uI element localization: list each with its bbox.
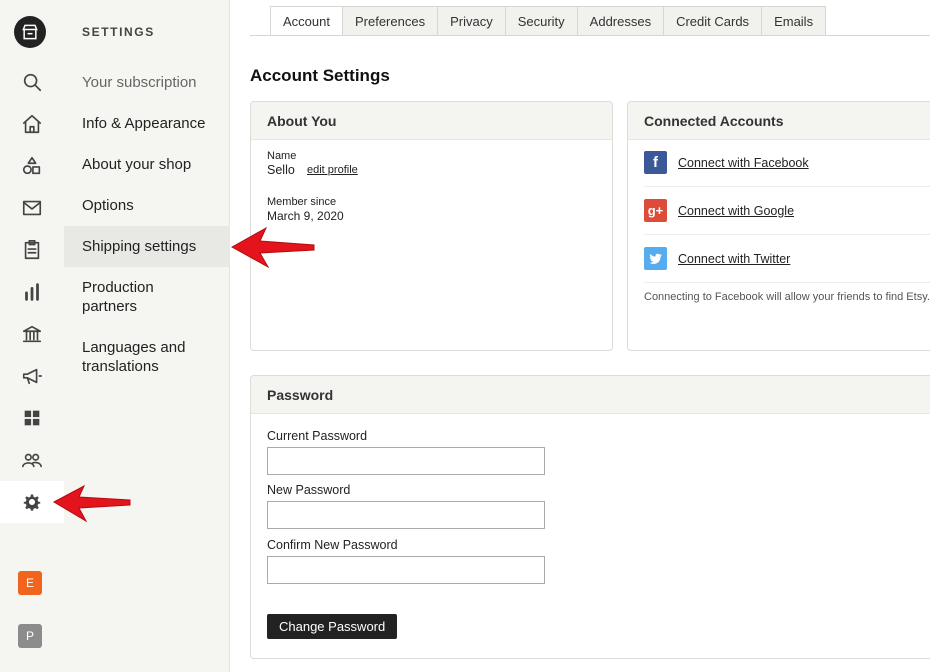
- account-avatar-e[interactable]: E: [18, 571, 42, 595]
- subnav-item-production-partners[interactable]: Production partners: [64, 277, 230, 317]
- tabs-divider: [250, 35, 930, 36]
- account-tabs: Account Preferences Privacy Security Add…: [270, 6, 827, 36]
- change-password-button[interactable]: Change Password: [267, 614, 398, 639]
- integrations-grid-icon[interactable]: [0, 398, 64, 438]
- stats-icon[interactable]: [0, 272, 64, 312]
- current-password-label: Current Password: [267, 429, 368, 443]
- connect-google-link[interactable]: Connect with Google: [678, 204, 794, 218]
- tab-emails[interactable]: Emails: [762, 6, 827, 36]
- edit-profile-link[interactable]: edit profile: [307, 164, 358, 176]
- tab-addresses[interactable]: Addresses: [577, 6, 665, 36]
- subnav-item-about-shop[interactable]: About your shop: [64, 144, 230, 184]
- tab-credit-cards[interactable]: Credit Cards: [664, 6, 763, 36]
- subnav-item-shipping-settings[interactable]: Shipping settings: [64, 226, 230, 267]
- name-value: Sello: [267, 163, 295, 177]
- search-icon[interactable]: [0, 62, 64, 102]
- current-password-input[interactable]: [267, 447, 545, 475]
- connect-facebook-row[interactable]: f Connect with Facebook: [644, 139, 930, 187]
- password-panel: Password Current Password New Password C…: [250, 375, 930, 659]
- google-plus-icon: g+: [644, 199, 667, 222]
- connect-note: Connecting to Facebook will allow your f…: [644, 291, 930, 303]
- community-people-icon[interactable]: [0, 440, 64, 480]
- connect-google-row[interactable]: g+ Connect with Google: [644, 187, 930, 235]
- settings-subnav: SETTINGS Your subscription Info & Appear…: [64, 0, 230, 672]
- tab-security[interactable]: Security: [505, 6, 578, 36]
- finances-bank-icon[interactable]: [0, 314, 64, 354]
- marketing-megaphone-icon[interactable]: [0, 356, 64, 396]
- listings-shapes-icon[interactable]: [0, 146, 64, 186]
- confirm-password-input[interactable]: [267, 556, 545, 584]
- shop-logo-icon[interactable]: [14, 16, 46, 48]
- page-title: Account Settings: [250, 66, 390, 85]
- member-since-value: March 9, 2020: [267, 209, 344, 223]
- subnav-item-options[interactable]: Options: [64, 185, 230, 225]
- account-avatar-p[interactable]: P: [18, 624, 42, 648]
- new-password-input[interactable]: [267, 501, 545, 529]
- facebook-icon: f: [644, 151, 667, 174]
- connect-twitter-row[interactable]: Connect with Twitter: [644, 235, 930, 283]
- red-arrow-settings-annotation: [52, 484, 131, 523]
- account-letter-e: E: [25, 576, 34, 590]
- connected-accounts-panel: Connected Accounts f Connect with Facebo…: [627, 101, 930, 351]
- subnav-item-info-appearance[interactable]: Info & Appearance: [64, 103, 230, 143]
- icon-rail: E P: [0, 0, 64, 672]
- subnav-title: SETTINGS: [82, 25, 155, 39]
- tab-privacy[interactable]: Privacy: [438, 6, 506, 36]
- about-you-heading: About You: [251, 102, 612, 140]
- password-heading: Password: [251, 376, 930, 414]
- connected-accounts-heading: Connected Accounts: [628, 102, 930, 140]
- orders-clipboard-icon[interactable]: [0, 230, 64, 270]
- subnav-item-subscription[interactable]: Your subscription: [64, 62, 230, 102]
- tab-account[interactable]: Account: [270, 6, 343, 36]
- subnav-item-languages[interactable]: Languages and translations: [64, 337, 230, 377]
- confirm-password-label: Confirm New Password: [267, 538, 398, 552]
- new-password-label: New Password: [267, 483, 351, 497]
- home-icon[interactable]: [0, 104, 64, 144]
- connect-twitter-link[interactable]: Connect with Twitter: [678, 252, 790, 266]
- twitter-bird-icon: [644, 247, 667, 270]
- account-letter-p: P: [25, 629, 34, 643]
- connect-facebook-link[interactable]: Connect with Facebook: [678, 156, 809, 170]
- red-arrow-shipping-annotation: [230, 226, 315, 269]
- member-since-label: Member since: [267, 196, 337, 208]
- tab-preferences[interactable]: Preferences: [342, 6, 439, 36]
- name-label: Name: [267, 150, 297, 162]
- messages-icon[interactable]: [0, 188, 64, 228]
